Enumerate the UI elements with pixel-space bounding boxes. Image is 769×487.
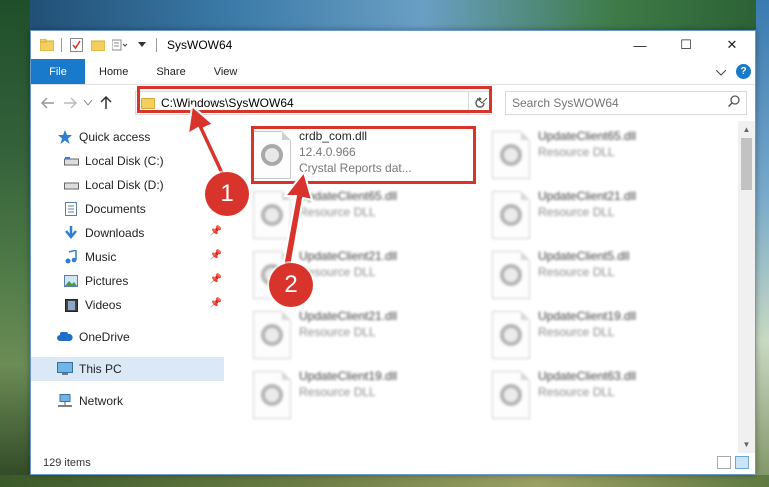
- callout-2: 2: [269, 263, 313, 307]
- arrow-2: [280, 169, 314, 273]
- callout-1: 1: [205, 172, 249, 216]
- annotation-arrows: [186, 104, 314, 273]
